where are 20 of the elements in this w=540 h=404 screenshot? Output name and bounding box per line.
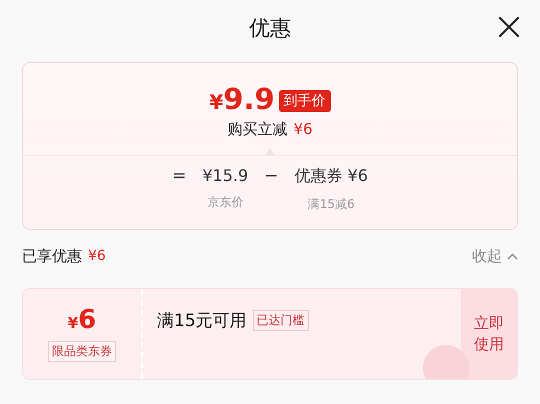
price-tag: 到手价 [278, 90, 331, 112]
status-tag: 已达门槛 [252, 310, 309, 331]
discount-amount: ¥6 [88, 248, 106, 264]
coupon-condition: 满15元可用 [157, 310, 247, 332]
term-caption: 京东价 [207, 194, 244, 211]
saving-amount: ¥6 [293, 120, 313, 139]
use-button[interactable]: 立即使用 [461, 289, 517, 379]
close-button[interactable] [498, 16, 520, 38]
section-label: 已享优惠 [22, 246, 82, 266]
saving-label: 购买立减 [227, 120, 288, 139]
term-caption: 满15减6 [308, 196, 355, 213]
price-term: ¥15.9 [202, 166, 248, 185]
collapse-toggle[interactable]: 收起 [472, 246, 518, 266]
price-term: 优惠券 ¥6 [294, 166, 368, 187]
coupon-type-tag: 限品类东券 [48, 341, 116, 362]
final-price: ¥9.9 [209, 83, 275, 118]
operator-sign: − [264, 166, 278, 186]
coupon-amount: ¥6 [68, 306, 96, 337]
operator-sign: = [172, 166, 186, 186]
sheet-title: 优惠 [249, 15, 291, 42]
